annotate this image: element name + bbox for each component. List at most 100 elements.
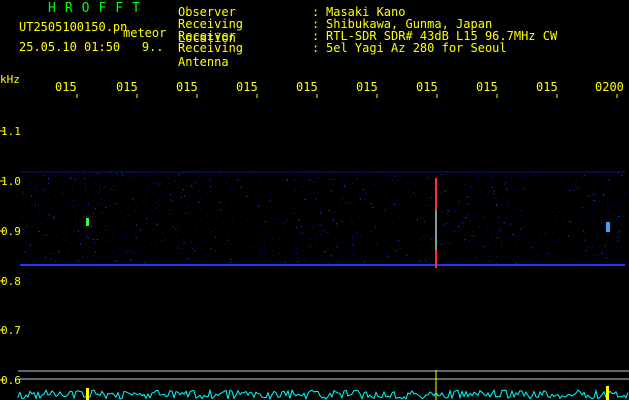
noise-dot <box>498 237 500 239</box>
noise-dot <box>426 204 428 206</box>
noise-dot <box>409 215 411 217</box>
noise-dot <box>124 220 126 221</box>
noise-dot <box>320 233 322 235</box>
noise-dot <box>541 180 543 182</box>
noise-dot <box>210 177 212 179</box>
noise-dot <box>583 175 585 177</box>
noise-dot <box>582 230 584 232</box>
noise-dot <box>177 224 178 226</box>
noise-dot <box>102 187 104 189</box>
noise-dot <box>591 218 593 220</box>
noise-dot <box>364 191 366 193</box>
noise-dot <box>147 189 149 191</box>
noise-dot <box>114 198 116 200</box>
noise-spike-left <box>86 388 89 400</box>
noise-dot <box>428 205 430 207</box>
noise-dot <box>527 195 529 197</box>
noise-dot <box>95 256 97 258</box>
noise-dot <box>617 172 619 174</box>
noise-dot <box>37 221 39 223</box>
noise-dot <box>517 255 519 257</box>
noise-dot <box>53 218 55 220</box>
noise-dot <box>220 174 221 176</box>
noise-dot <box>72 191 74 193</box>
noise-dot <box>227 239 229 241</box>
noise-dot <box>95 251 96 253</box>
noise-dot <box>93 238 94 240</box>
noise-dot <box>309 179 311 181</box>
noise-dot <box>163 240 165 242</box>
noise-dot <box>367 250 368 252</box>
noise-dot <box>78 230 79 232</box>
noise-dot <box>74 219 76 221</box>
noise-dot <box>588 195 590 197</box>
noise-dot <box>269 191 271 193</box>
noise-dot <box>397 179 399 181</box>
noise-dot <box>100 247 102 249</box>
noise-dot <box>153 182 155 184</box>
noise-dot <box>347 201 349 203</box>
noise-dot <box>609 188 611 190</box>
noise-dot <box>47 178 49 179</box>
noise-dot <box>551 211 553 213</box>
noise-dot <box>53 217 55 219</box>
noise-dot <box>211 231 213 232</box>
noise-dot <box>63 192 65 194</box>
noise-dot <box>330 255 332 257</box>
noise-dot <box>54 253 56 255</box>
noise-dot <box>107 189 108 191</box>
noise-dot <box>322 224 324 226</box>
noise-dot <box>298 251 300 253</box>
noise-dot <box>527 249 529 251</box>
noise-dot <box>522 187 524 189</box>
noise-dot <box>473 235 475 237</box>
noise-dot <box>172 226 174 228</box>
noise-dot <box>349 218 351 220</box>
noise-dot <box>462 222 463 224</box>
noise-dot <box>379 204 381 206</box>
noise-dot <box>481 209 483 211</box>
noise-dot <box>133 253 135 255</box>
noise-dot <box>283 225 285 227</box>
noise-dot <box>25 223 26 225</box>
noise-dot <box>167 258 169 260</box>
noise-dot <box>591 208 593 210</box>
noise-dot <box>129 249 131 251</box>
noise-dot <box>88 237 90 239</box>
noise-dot <box>70 177 72 179</box>
noise-dot <box>77 260 79 262</box>
noise-dot <box>183 189 185 191</box>
noise-dot <box>333 211 335 212</box>
noise-dot <box>427 177 429 179</box>
noise-dot <box>489 256 491 258</box>
noise-dot <box>316 180 318 182</box>
noise-dot <box>336 261 338 263</box>
noise-dot <box>408 181 410 183</box>
noise-dot <box>214 250 216 252</box>
noise-dot <box>405 190 407 192</box>
noise-dot <box>259 249 261 251</box>
noise-dot <box>61 184 63 186</box>
noise-dot <box>77 226 79 228</box>
noise-dot <box>191 185 193 187</box>
noise-dot <box>140 250 142 252</box>
noise-dot <box>522 188 524 190</box>
noise-dot <box>608 212 610 214</box>
noise-dot <box>269 234 271 236</box>
noise-dot <box>301 226 302 227</box>
noise-dot <box>474 255 476 257</box>
noise-dot <box>507 184 509 186</box>
noise-dot <box>110 188 112 190</box>
noise-dot <box>29 243 31 244</box>
noise-dot <box>156 223 158 225</box>
noise-dot <box>240 179 242 181</box>
noise-dot <box>116 227 118 229</box>
noise-dot <box>346 203 348 205</box>
noise-dot <box>477 203 479 205</box>
noise-dot <box>268 198 270 200</box>
noise-dot <box>448 243 450 244</box>
noise-dot <box>362 173 364 175</box>
noise-dot <box>413 192 415 194</box>
noise-dot <box>608 179 610 181</box>
noise-dot <box>503 222 505 224</box>
